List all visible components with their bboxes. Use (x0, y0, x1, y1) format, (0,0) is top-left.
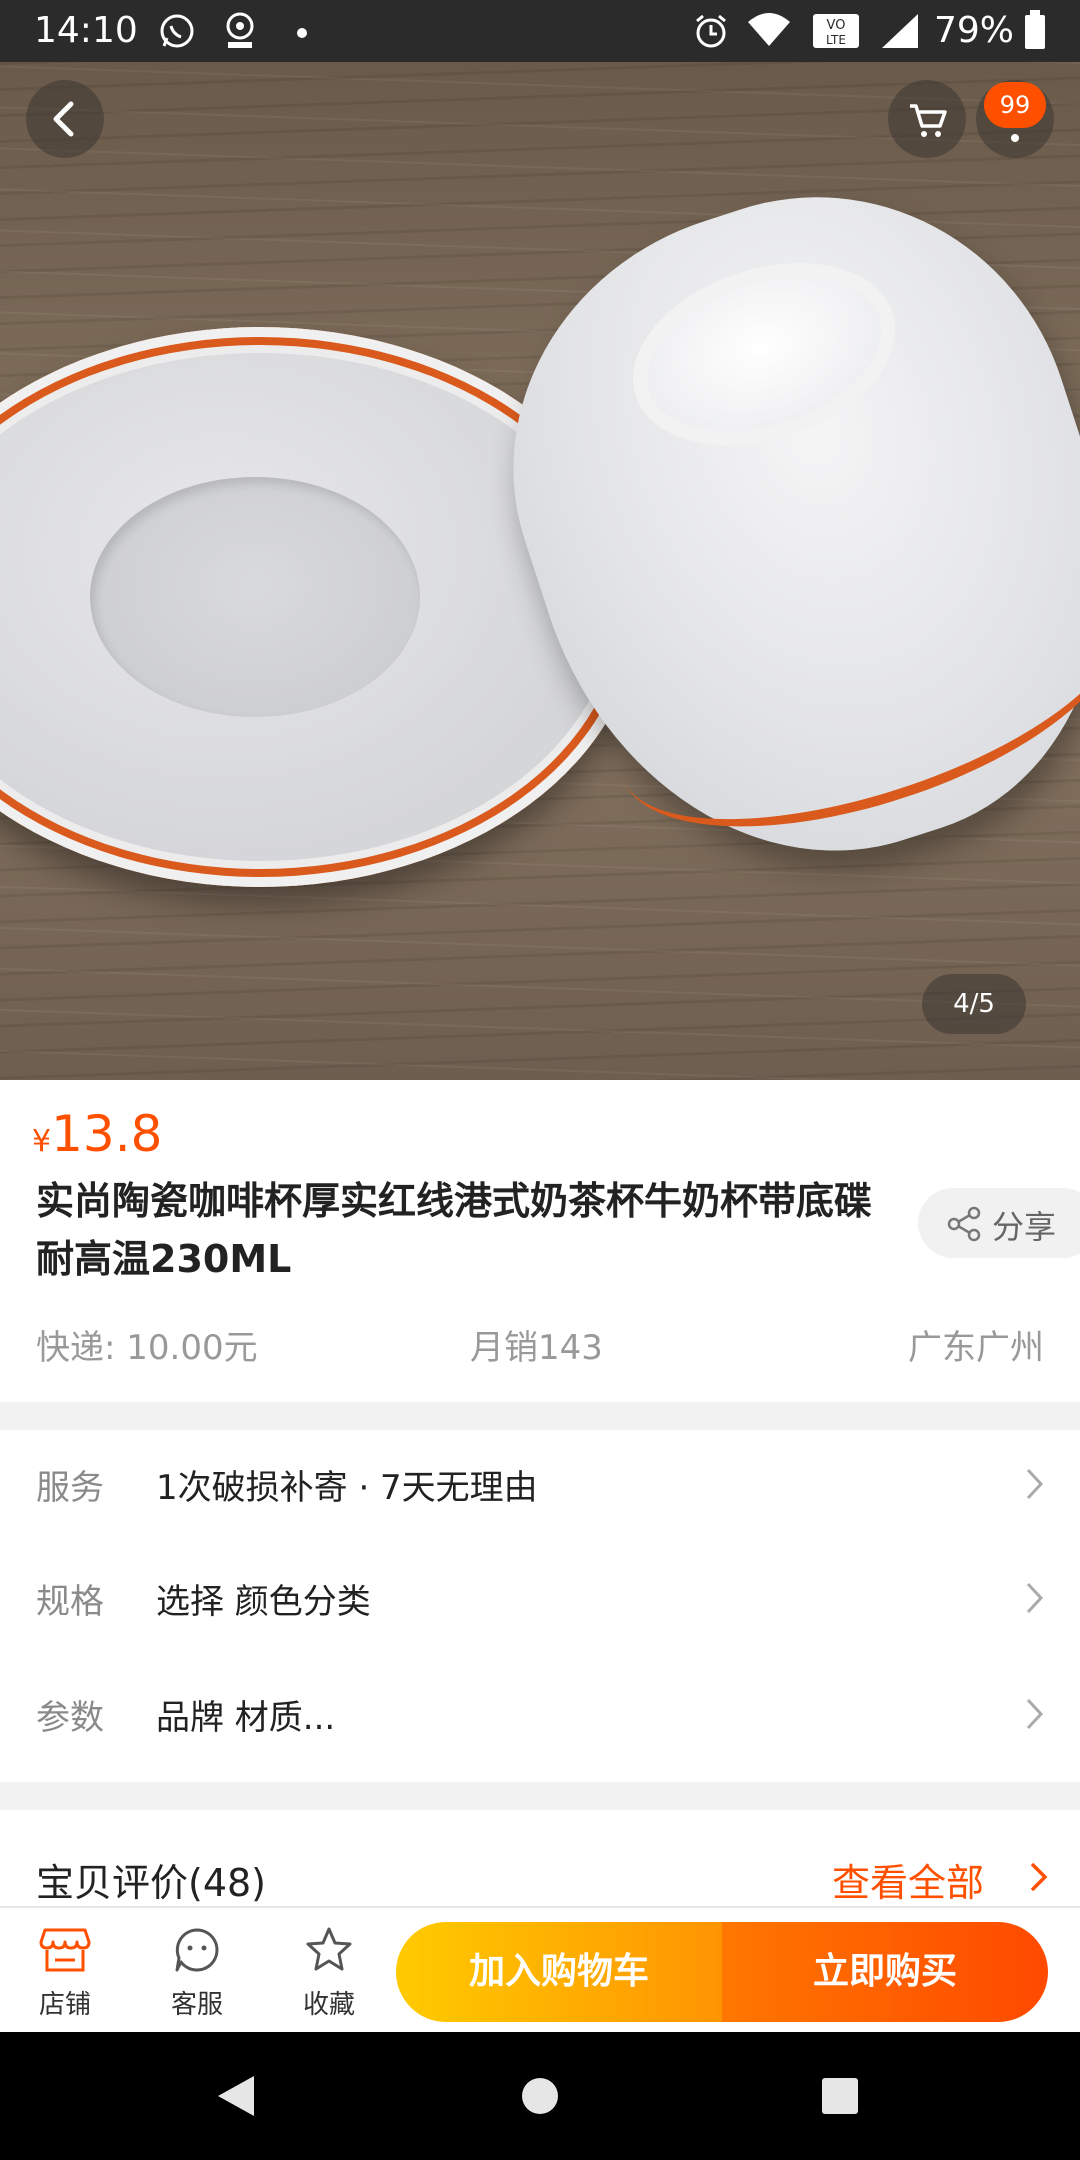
whatsapp-icon (158, 12, 196, 54)
service-label: 客服 (170, 1990, 223, 2020)
message-badge: 99 (984, 82, 1046, 128)
star-icon (306, 1927, 352, 1971)
price: ¥13.8 (32, 1105, 162, 1163)
wifi-icon (748, 12, 790, 52)
bottom-action-bar: 店铺 客服 收藏 加入购物车 立即购买 (0, 1906, 1080, 2034)
params-key: 参数 (36, 1698, 104, 1738)
chat-face-icon (175, 1928, 219, 1972)
shipping-fee: 快递: 10.00元 (36, 1328, 258, 1368)
price-value: 13.8 (51, 1105, 163, 1163)
chevron-right-icon[interactable] (1028, 1860, 1050, 1894)
price-currency: ¥ (32, 1124, 52, 1159)
view-all-reviews-link[interactable]: 查看全部 (832, 1852, 984, 1907)
cart-icon (910, 104, 947, 137)
chevron-left-icon (53, 101, 74, 137)
nav-back-icon[interactable] (214, 2072, 258, 2120)
nav-recents-icon[interactable] (820, 2076, 860, 2116)
favorite-button[interactable]: 收藏 (274, 1926, 384, 2021)
service-row[interactable]: 服务 1次破损补寄 · 7天无理由 (0, 1430, 1080, 1540)
params-value: 品牌 材质... (156, 1698, 336, 1738)
volte-icon: VO LTE (812, 12, 860, 54)
svg-text:LTE: LTE (826, 33, 846, 47)
chevron-right-icon (1026, 1698, 1044, 1730)
dot-icon (296, 24, 308, 43)
product-photo-cup (448, 131, 1080, 923)
service-section: 服务 1次破损补寄 · 7天无理由 规格 选择 颜色分类 参数 品牌 材质... (0, 1430, 1080, 1782)
battery-icon (1024, 10, 1046, 54)
add-to-cart-button[interactable]: 加入购物车 (396, 1922, 722, 2022)
share-icon (947, 1206, 981, 1242)
reviews-title: 宝贝评价(48) (36, 1861, 267, 1905)
customer-service-button[interactable]: 客服 (142, 1926, 252, 2021)
alarm-icon (692, 12, 730, 54)
share-label: 分享 (992, 1208, 1057, 1246)
shop-button[interactable]: 店铺 (10, 1926, 120, 2021)
chevron-right-icon (1026, 1582, 1044, 1614)
image-pager: 4/5 (922, 974, 1026, 1034)
spec-row[interactable]: 规格 选择 颜色分类 (0, 1544, 1080, 1654)
chevron-right-icon (1026, 1468, 1044, 1500)
product-title: 实尚陶瓷咖啡杯厚实红线港式奶茶杯牛奶杯带底碟耐高温230ML (36, 1179, 873, 1281)
buy-now-button[interactable]: 立即购买 (722, 1922, 1048, 2022)
cart-button[interactable] (888, 80, 966, 158)
spec-value: 选择 颜色分类 (156, 1582, 371, 1622)
nav-home-icon[interactable] (520, 2076, 560, 2116)
reviews-header: 宝贝评价(48) 查看全部 (0, 1810, 1080, 1910)
oncc-icon (222, 12, 258, 56)
signal-icon (880, 12, 920, 54)
favorite-label: 收藏 (302, 1990, 355, 2020)
shop-label: 店铺 (38, 1990, 91, 2020)
saucer-center (90, 477, 420, 717)
system-navigation-bar (0, 2032, 1080, 2160)
cup-red-line (590, 517, 1080, 879)
service-key: 服务 (36, 1468, 104, 1508)
service-value: 1次破损补寄 · 7天无理由 (156, 1468, 538, 1508)
spec-key: 规格 (36, 1582, 104, 1622)
back-button[interactable] (26, 80, 104, 158)
share-button[interactable]: 分享 (918, 1188, 1080, 1258)
product-image-gallery[interactable] (0, 62, 1080, 1080)
battery-percent: 79% (933, 10, 1014, 51)
product-info-card: ¥13.8 实尚陶瓷咖啡杯厚实红线港式奶茶杯牛奶杯带底碟耐高温230ML 分享 … (0, 1080, 1080, 1402)
monthly-sales: 月销143 (470, 1328, 603, 1368)
status-time: 14:10 (34, 10, 138, 51)
status-bar: 14:10 VO LTE 79% (0, 0, 1080, 62)
params-row[interactable]: 参数 品牌 材质... (0, 1660, 1080, 1770)
ship-from-location: 广东广州 (908, 1328, 1044, 1368)
store-icon (39, 1928, 91, 1972)
cup-base (609, 231, 919, 477)
svg-text:VO: VO (827, 18, 846, 33)
